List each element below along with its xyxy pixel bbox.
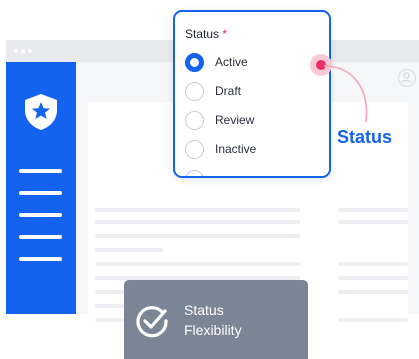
required-mark: *: [222, 27, 228, 41]
sidebar: [6, 62, 76, 314]
window-dot: [14, 49, 18, 53]
status-option-draft[interactable]: Draft: [185, 80, 325, 102]
status-dropdown: Status * Active Draft Review Inactive: [173, 10, 331, 178]
callout-connector-line: [323, 65, 368, 123]
user-avatar-icon[interactable]: [398, 69, 416, 87]
radio-icon[interactable]: [185, 139, 204, 159]
sidebar-item[interactable]: [19, 213, 62, 217]
option-label: Active: [215, 55, 248, 69]
status-callout-label: Status: [337, 127, 393, 147]
checkmark-circle-icon: [136, 306, 168, 338]
status-option-review[interactable]: Review: [185, 109, 325, 131]
placeholder-line: [338, 318, 408, 322]
radio-selected-icon[interactable]: [185, 52, 204, 72]
status-label-text: Status: [185, 27, 220, 41]
shield-star-icon: [25, 94, 57, 130]
status-field-label: Status *: [185, 27, 227, 41]
option-label: Inactive: [215, 142, 257, 156]
placeholder-line: [338, 290, 408, 294]
badge-line-2: Flexibility: [184, 322, 242, 338]
sidebar-item[interactable]: [19, 191, 62, 195]
radio-icon[interactable]: [185, 110, 204, 130]
sidebar-item[interactable]: [19, 257, 62, 261]
placeholder-line: [95, 208, 300, 212]
placeholder-line: [338, 208, 408, 212]
placeholder-line: [95, 234, 300, 238]
status-option-inactive[interactable]: Inactive: [185, 138, 325, 160]
radio-icon[interactable]: [185, 81, 204, 101]
placeholder-line: [95, 248, 163, 252]
badge-text: Status Flexibility: [184, 300, 242, 340]
placeholder-line: [338, 276, 408, 280]
placeholder-line: [338, 262, 408, 266]
feature-badge: Status Flexibility: [124, 280, 308, 359]
radio-icon: [185, 170, 204, 176]
sidebar-item[interactable]: [19, 169, 62, 173]
badge-line-1: Status: [184, 302, 224, 318]
placeholder-line: [95, 220, 300, 224]
option-label: Review: [215, 113, 255, 127]
status-option-active[interactable]: Active: [185, 51, 325, 73]
placeholder-line: [95, 262, 300, 266]
placeholder-line: [338, 220, 408, 224]
option-label: Draft: [215, 84, 242, 98]
sidebar-item[interactable]: [19, 235, 62, 239]
window-dot: [21, 49, 25, 53]
window-dot: [28, 49, 32, 53]
